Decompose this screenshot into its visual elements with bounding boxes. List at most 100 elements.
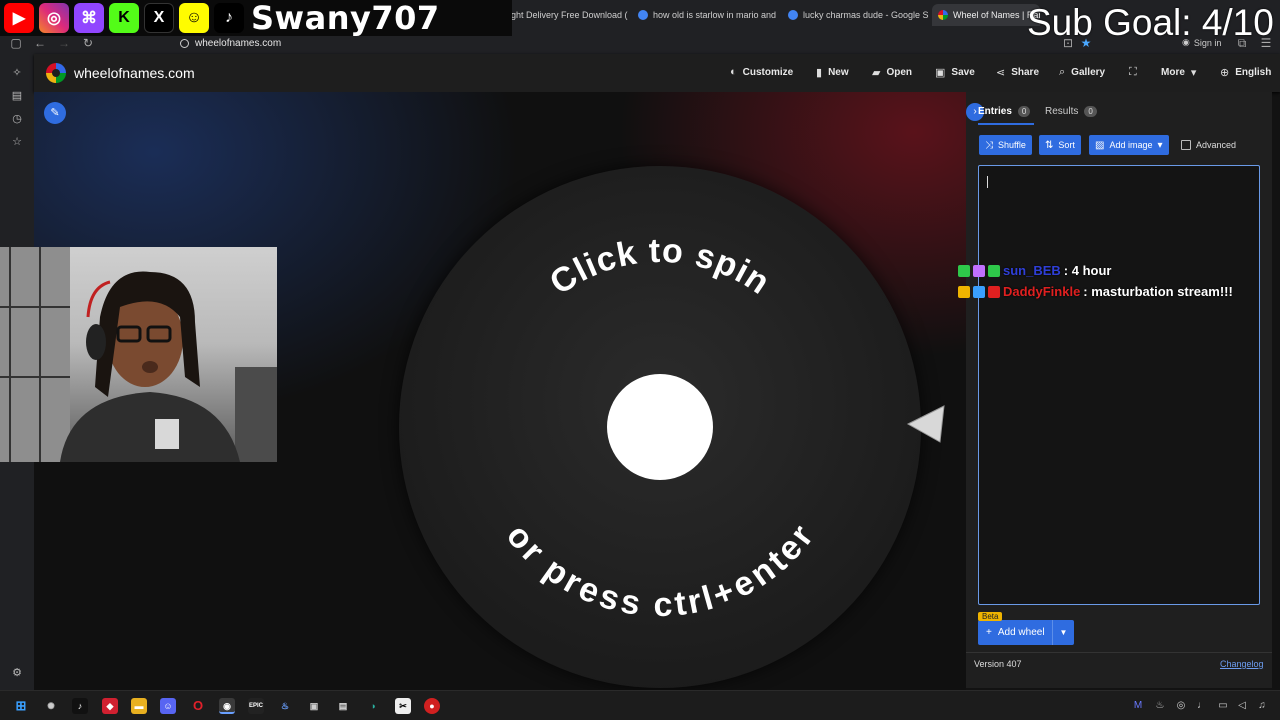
display-icon[interactable]: ▭ (1217, 700, 1229, 712)
opera-icon[interactable]: O (190, 698, 206, 714)
youtube-icon: ▶ (4, 3, 34, 33)
webcam-feed (0, 247, 277, 462)
spin-wheel[interactable]: Click to spin or press ctrl+enter (399, 166, 921, 688)
wheel-favicon-icon (938, 10, 948, 20)
back-icon[interactable]: ← (32, 36, 48, 50)
steam-icon[interactable]: ♨ (277, 698, 293, 714)
chat-username: sun_BEB (1003, 263, 1061, 278)
nav-label: Gallery (1071, 67, 1106, 78)
fullscreen-icon: ⛶ (1129, 66, 1137, 78)
tab-label: Entries (978, 106, 1012, 117)
search-icon: ⌕ (1059, 66, 1066, 78)
file-icon: ▮ (816, 67, 823, 79)
fullscreen-button[interactable]: ⛶ (1129, 66, 1137, 79)
edit-pencil-icon[interactable]: ✎ (44, 102, 66, 124)
twitch-icon: ⌘ (74, 3, 104, 33)
nav-label: English (1235, 67, 1272, 78)
notepad-icon[interactable]: ▤ (335, 698, 351, 714)
browser-tab-active[interactable]: Wheel of Names | Random n (932, 4, 1040, 26)
palette-icon: ◐ (730, 66, 737, 78)
chat-message: DaddyFinkle : masturbation stream!!! (958, 284, 1233, 299)
settings-icon[interactable]: ⚙ (10, 666, 24, 680)
advanced-checkbox[interactable] (1181, 140, 1191, 150)
notification-bell-icon[interactable]: ♫ (1256, 700, 1268, 712)
tab-results[interactable]: Results 0 (1045, 106, 1097, 117)
text-caret (987, 176, 988, 188)
x-icon: X (144, 3, 174, 33)
capcut-icon[interactable]: ✂ (395, 698, 411, 714)
discord-icon[interactable]: ☺ (160, 698, 176, 714)
tab-overview-icon[interactable]: ▢ (8, 36, 24, 50)
open-button[interactable]: ▰ Open (872, 66, 912, 79)
microphone-icon[interactable]: ♩ (1196, 700, 1208, 712)
sort-button[interactable]: ⇅ Sort (1039, 135, 1081, 155)
beta-badge: Beta (978, 612, 1003, 621)
tab-entries[interactable]: Entries 0 (978, 106, 1031, 117)
edge-icon[interactable]: ◑ (365, 698, 381, 714)
store-icon[interactable]: ▣ (306, 698, 322, 714)
badge-icon (988, 285, 1000, 298)
epic-games-icon[interactable]: EPIC (248, 698, 264, 714)
nav-label: New (828, 67, 849, 78)
language-button[interactable]: ⊕ English (1220, 66, 1271, 79)
add-image-button[interactable]: ▨ Add image ▾ (1089, 135, 1169, 155)
panel-divider (966, 652, 1272, 653)
results-count-badge: 0 (1084, 106, 1097, 117)
sort-icon: ⇅ (1045, 139, 1054, 151)
browser-tab[interactable]: ght Delivery Free Download ( ✕ (505, 4, 630, 26)
sub-goal-overlay: Sub Goal: 4/10 (1027, 2, 1274, 43)
site-info-icon[interactable] (180, 38, 189, 48)
tray-steam-icon[interactable]: ♨ (1154, 700, 1166, 712)
volume-icon[interactable]: ◁ (1236, 700, 1248, 712)
chatgpt-icon[interactable]: ✺ (43, 698, 59, 714)
obs-icon[interactable]: ● (424, 698, 440, 714)
app-icon[interactable]: ◆ (102, 698, 118, 714)
chevron-down-icon[interactable]: ▼ (1052, 620, 1074, 645)
brand-link[interactable]: wheelofnames.com (46, 63, 195, 83)
globe-icon: ⊕ (1220, 67, 1230, 79)
image-icon: ▨ (1095, 139, 1105, 151)
url-field[interactable]: wheelofnames.com (180, 35, 1060, 51)
chevron-down-icon: ▾ (1157, 139, 1163, 151)
add-wheel-label: Add wheel (997, 627, 1045, 638)
folder-icon: ▰ (872, 67, 881, 79)
snapchat-icon: ☺ (179, 3, 209, 33)
gallery-button[interactable]: ⌕ Gallery (1059, 66, 1105, 79)
tab-title: lucky charmas dude - Google S (803, 10, 929, 20)
ctrl-enter-hint-text: or press ctrl+enter (499, 517, 820, 624)
customize-button[interactable]: ◐ Customize (730, 66, 793, 78)
chat-message: sun_BEB : 4 hour (958, 263, 1111, 278)
tray-app-icon[interactable]: M (1132, 700, 1144, 712)
file-explorer-icon[interactable]: ▬ (131, 698, 147, 714)
share-button[interactable]: ⋖ Share (996, 66, 1039, 79)
browser-tab[interactable]: lucky charmas dude - Google S ✕ (782, 4, 930, 26)
streamer-name: Swany707 (251, 0, 440, 37)
changelog-link[interactable]: Changelog (1220, 659, 1264, 669)
wheel-pointer-icon (906, 405, 945, 443)
windows-start-icon[interactable]: ⊞ (13, 698, 29, 714)
new-button[interactable]: ▮ New (816, 66, 849, 79)
shuffle-button[interactable]: ⤨ Shuffle (979, 135, 1032, 155)
bookmarks-icon[interactable]: ☆ (10, 135, 24, 149)
shuffle-icon: ⤨ (985, 139, 993, 151)
kick-icon: K (109, 3, 139, 33)
google-icon (788, 10, 798, 20)
entries-textarea[interactable] (978, 165, 1260, 605)
add-wheel-main[interactable]: + Add wheel (978, 627, 1052, 638)
more-button[interactable]: More ▾ (1161, 66, 1196, 79)
url-text: wheelofnames.com (195, 37, 282, 49)
browser-icon[interactable]: ◉ (219, 698, 235, 714)
badge-icon (988, 264, 1000, 277)
tab-icon[interactable]: ▤ (10, 89, 24, 103)
history-icon[interactable]: ◷ (10, 112, 24, 126)
tiktok-icon[interactable]: ♪ (72, 698, 88, 714)
tray-app-icon[interactable]: ◎ (1175, 700, 1187, 712)
save-button[interactable]: ▣ Save (935, 66, 975, 79)
browser-tab[interactable]: how old is starlow in mario and ✕ (632, 4, 780, 26)
forward-icon[interactable]: → (56, 36, 72, 50)
aria-icon[interactable]: ✧ (10, 66, 24, 80)
tiktok-icon: ♪ (214, 3, 244, 33)
add-wheel-button[interactable]: + Add wheel ▼ (978, 620, 1074, 645)
reload-icon[interactable]: ↻ (80, 36, 96, 50)
advanced-toggle[interactable]: Advanced (1181, 140, 1236, 150)
